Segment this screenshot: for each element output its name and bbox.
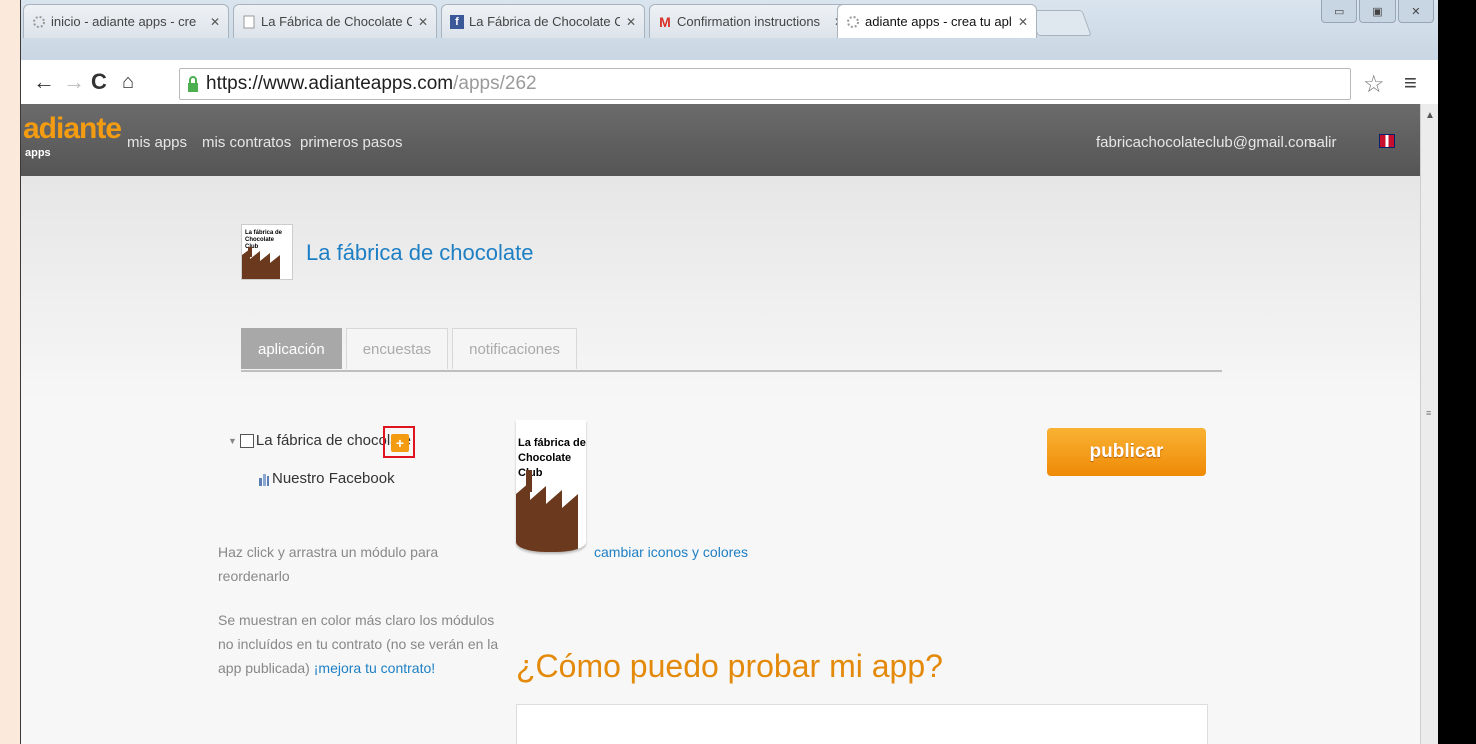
uk-flag-icon[interactable]	[1379, 134, 1395, 148]
address-bar[interactable]: https://www.adianteapps.com/apps/262	[179, 68, 1351, 100]
svg-text:La fábrica de: La fábrica de	[245, 230, 283, 236]
browser-window: inicio - adiante apps - cre ✕ La Fábrica…	[21, 0, 1438, 744]
close-icon[interactable]: ✕	[210, 15, 220, 29]
close-icon[interactable]: ✕	[418, 15, 428, 29]
reload-icon[interactable]: C	[91, 68, 107, 96]
tab-label: Confirmation instructions	[677, 14, 821, 29]
minimize-icon[interactable]: ▭	[1321, 0, 1358, 23]
tab-encuestas[interactable]: encuestas	[345, 328, 449, 369]
tab-notificaciones[interactable]: notificaciones	[452, 328, 577, 369]
maximize-icon[interactable]: ▣	[1359, 0, 1396, 23]
section-tabs: aplicación encuestas notificaciones	[241, 328, 581, 370]
site-header: adiante apps mis apps mis contratos prim…	[21, 104, 1438, 176]
adiante-favicon-icon	[32, 15, 46, 29]
tab-aplicacion[interactable]: aplicación	[241, 328, 342, 369]
tabs-divider	[241, 370, 1222, 372]
page-icon	[242, 15, 256, 29]
module-checkbox[interactable]	[239, 433, 254, 448]
right-black-border	[1438, 0, 1476, 744]
new-tab-button[interactable]	[1028, 10, 1092, 36]
tab-label: adiante apps - crea tu apl	[865, 14, 1012, 29]
url-host: https://www.adianteapps.com	[206, 73, 454, 94]
lock-icon	[186, 75, 200, 93]
browser-tab-inicio[interactable]: inicio - adiante apps - cre ✕	[23, 4, 229, 38]
add-module-highlight: +	[383, 426, 415, 458]
home-icon[interactable]: ⌂	[122, 68, 134, 96]
tab-label: inicio - adiante apps - cre	[51, 14, 197, 29]
logo-subtitle: apps	[25, 147, 51, 159]
bookmark-star-icon[interactable]: ☆	[1363, 70, 1385, 99]
drag-help-text: Haz click y arrastra un módulo para reor…	[218, 544, 439, 584]
nav-mis-contratos[interactable]: mis contratos	[202, 134, 291, 151]
how-to-test-heading: ¿Cómo puedo probar mi app?	[516, 648, 943, 684]
svg-text:Chocolate: Chocolate	[245, 237, 275, 243]
tree-child-label: Nuestro Facebook	[272, 470, 395, 487]
scroll-up-arrow-icon[interactable]: ▲	[1425, 110, 1435, 121]
menu-icon[interactable]: ≡	[1404, 70, 1417, 96]
close-window-icon[interactable]: ✕	[1397, 0, 1434, 23]
tree-child-facebook[interactable]: Nuestro Facebook	[258, 470, 395, 487]
scrollbar[interactable]: ▲ ≡	[1420, 104, 1438, 744]
logo[interactable]: adiante	[23, 112, 122, 146]
nav-mis-apps[interactable]: mis apps	[127, 134, 187, 151]
main-content: La fábrica de Chocolate Club La fábrica …	[21, 176, 1420, 744]
browser-tab-fabrica[interactable]: La Fábrica de Chocolate C ✕	[233, 4, 437, 38]
adiante-favicon-icon	[846, 15, 860, 29]
upgrade-contract-link[interactable]: ¡mejora tu contrato!	[314, 660, 435, 676]
back-icon[interactable]: ←	[33, 68, 55, 96]
logout-link[interactable]: salir	[1309, 134, 1337, 151]
app-small-icon: La fábrica de Chocolate Club	[241, 224, 293, 280]
close-icon[interactable]: ✕	[626, 15, 636, 29]
collapse-triangle-icon[interactable]: ▼	[228, 436, 237, 446]
user-email: fabricachocolateclub@gmail.com	[1096, 134, 1317, 151]
page-title: La fábrica de chocolate	[306, 240, 534, 265]
app-large-icon[interactable]: La fábrica de Chocolate Club	[516, 420, 586, 552]
tab-label: La Fábrica de Chocolate C	[469, 14, 620, 29]
window-controls: ▭ ▣ ✕	[1321, 0, 1436, 24]
gmail-icon: M	[659, 13, 671, 30]
test-instructions-panel	[516, 704, 1208, 744]
browser-toolbar: ← → C ⌂ https://www.adianteapps.com/apps…	[21, 60, 1438, 105]
icon-text-line-2: Chocolate	[518, 452, 571, 464]
browser-tab-gmail[interactable]: M Confirmation instructions ✕	[649, 4, 853, 38]
forward-icon[interactable]: →	[63, 68, 85, 96]
left-margin	[0, 0, 21, 744]
url-path: /apps/262	[453, 73, 537, 94]
add-module-button[interactable]: +	[391, 434, 409, 452]
publish-button[interactable]: publicar	[1047, 428, 1206, 476]
facebook-module-icon	[258, 472, 270, 486]
facebook-icon: f	[450, 14, 464, 29]
browser-tab-active[interactable]: adiante apps - crea tu apl ✕	[837, 4, 1037, 38]
close-icon[interactable]: ✕	[1018, 15, 1028, 29]
nav-primeros-pasos[interactable]: primeros pasos	[300, 134, 403, 151]
tab-label: La Fábrica de Chocolate C	[261, 14, 412, 29]
tab-strip: inicio - adiante apps - cre ✕ La Fábrica…	[21, 0, 1438, 60]
scroll-grip-icon[interactable]: ≡	[1426, 408, 1431, 418]
change-icons-link[interactable]: cambiar iconos y colores	[594, 544, 748, 560]
icon-text-line-1: La fábrica de	[518, 437, 586, 449]
contract-help-text: Se muestran en color más claro los módul…	[218, 608, 508, 680]
browser-tab-facebook[interactable]: f La Fábrica de Chocolate C ✕	[441, 4, 645, 38]
